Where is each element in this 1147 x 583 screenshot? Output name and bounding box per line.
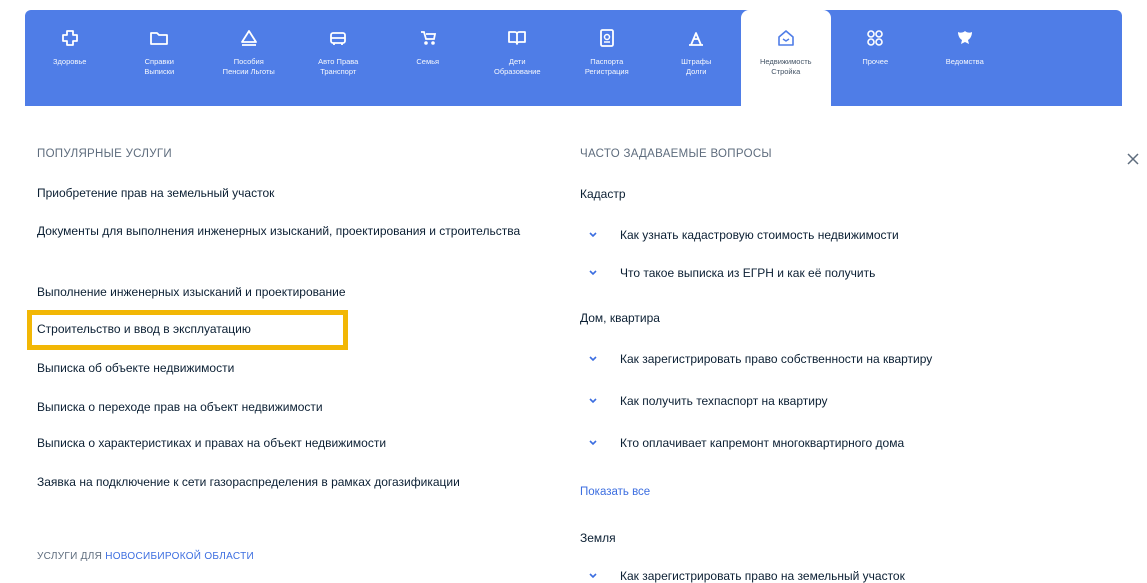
passport-icon [599, 29, 614, 47]
service-link[interactable]: Выписка об объекте недвижимости [37, 359, 234, 377]
category-certificates[interactable]: Справки Выписки [115, 10, 205, 106]
category-label: Справки Выписки [144, 57, 175, 76]
house-icon [777, 30, 794, 46]
service-link[interactable]: Приобретение прав на земельный участок [37, 184, 274, 202]
category-label: Ведомства [945, 57, 984, 66]
chevron-down-icon [589, 270, 597, 276]
faq-question[interactable]: Как получить техпаспорт на квартиру [586, 394, 828, 408]
faq-question-text: Как зарегистрировать право собственности… [620, 352, 933, 366]
faq-title: ЧАСТО ЗАДАВАЕМЫЕ ВОПРОСЫ [580, 148, 772, 160]
service-link[interactable]: Документы для выполнения инженерных изыс… [37, 222, 537, 240]
category-label: Здоровье [53, 57, 87, 66]
close-icon[interactable] [1126, 152, 1140, 166]
category-real-estate[interactable]: Недвижимость Стройка [741, 10, 831, 108]
faq-group-apartment: Дом, квартира [580, 311, 660, 325]
fine-icon [689, 32, 704, 46]
category-label: Недвижимость Стройка [759, 57, 812, 76]
service-link[interactable]: Выписка о переходе прав на объект недвиж… [37, 398, 323, 416]
faq-question-text: Что такое выписка из ЕГРН и как её получ… [620, 266, 876, 280]
chevron-down-icon [589, 356, 597, 362]
category-auto[interactable]: Авто Права Транспорт [294, 10, 384, 106]
category-label: Паспорта Регистрация [584, 57, 629, 76]
popular-services-title: ПОПУЛЯРНЫЕ УСЛУГИ [37, 148, 172, 160]
faq-question-text: Как получить техпаспорт на квартиру [620, 394, 828, 408]
category-fines[interactable]: Штрафы Долги [652, 10, 742, 106]
emblem-icon [957, 31, 972, 44]
book-icon [508, 31, 527, 45]
category-passport[interactable]: Паспорта Регистрация [562, 10, 652, 106]
category-agencies[interactable]: Ведомства [920, 10, 1010, 106]
category-health[interactable]: Здоровье [25, 10, 115, 106]
show-all-link[interactable]: Показать все [580, 486, 650, 498]
highlight-frame [27, 310, 348, 350]
chevron-down-icon [589, 398, 597, 404]
chevron-down-icon [589, 573, 597, 579]
service-link[interactable]: Выписка о характеристиках и правах на об… [37, 434, 386, 452]
faq-group-cadastre: Кадастр [580, 187, 626, 201]
stroller-icon [420, 31, 436, 45]
category-label: Семья [416, 57, 440, 66]
chevron-down-icon [589, 232, 597, 238]
category-label: Авто Права Транспорт [318, 57, 359, 76]
faq-question[interactable]: Кто оплачивает капремонт многоквартирног… [586, 436, 904, 450]
service-link[interactable]: Заявка на подключение к сети газораспред… [37, 473, 467, 491]
category-bar: Здоровье Справки Выписки Пособия Пенсии … [25, 10, 1122, 108]
category-label: Дети Образование [494, 57, 541, 76]
category-label: Прочее [862, 57, 889, 66]
folder-icon [150, 32, 169, 45]
region-link[interactable]: НОВОСИБИРОКОЙ ОБЛАСТИ [105, 551, 254, 562]
faq-question-text: Как узнать кадастровую стоимость недвижи… [620, 228, 899, 242]
category-label: Пособия Пенсии Льготы [222, 57, 275, 76]
faq-question[interactable]: Как узнать кадастровую стоимость недвижи… [586, 228, 899, 242]
category-education[interactable]: Дети Образование [473, 10, 563, 106]
region-prefix: УСЛУГИ ДЛЯ [37, 551, 106, 562]
faq-question[interactable]: Как зарегистрировать право собственности… [586, 352, 932, 366]
faq-question-text: Как зарегистрировать право на земельный … [620, 569, 905, 583]
benefits-icon [240, 30, 257, 46]
region-services: УСЛУГИ ДЛЯ НОВОСИБИРОКОЙ ОБЛАСТИ [37, 551, 254, 562]
category-other[interactable]: Прочее [831, 10, 921, 106]
faq-question-text: Кто оплачивает капремонт многоквартирног… [620, 436, 905, 450]
service-link[interactable]: Выполнение инженерных изысканий и проект… [37, 283, 346, 301]
category-label: Штрафы Долги [681, 57, 712, 76]
grid-icon [867, 30, 884, 46]
health-icon [61, 30, 78, 46]
chevron-down-icon [589, 440, 597, 446]
category-family[interactable]: Семья [383, 10, 473, 106]
faq-question[interactable]: Как зарегистрировать право на земельный … [586, 569, 905, 583]
car-icon [330, 32, 347, 45]
faq-group-land: Земля [580, 531, 616, 545]
category-benefits[interactable]: Пособия Пенсии Льготы [204, 10, 294, 106]
faq-question[interactable]: Что такое выписка из ЕГРН и как её получ… [586, 266, 875, 280]
